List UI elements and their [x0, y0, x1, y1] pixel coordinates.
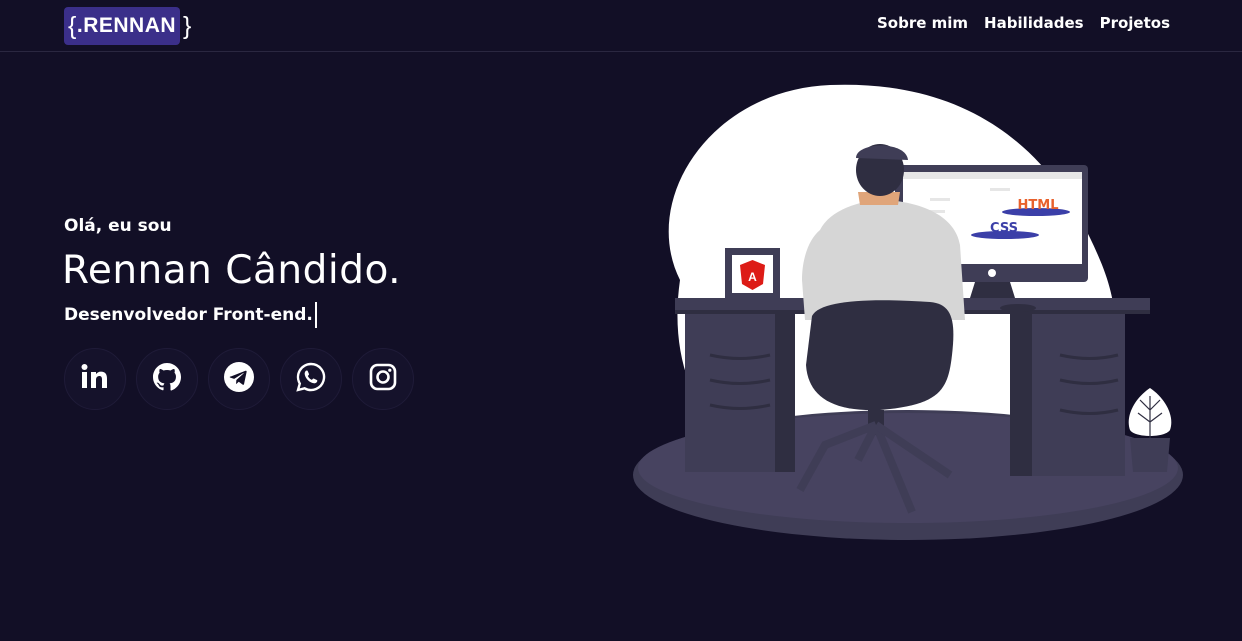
- developer-illustration: A HTML CSS: [633, 84, 1183, 540]
- linkedin-link[interactable]: [64, 348, 126, 410]
- hero-role: Desenvolvedor Front-end.: [64, 305, 313, 325]
- nav-link-sobre-mim[interactable]: Sobre mim: [877, 14, 968, 32]
- hero-greeting: Olá, eu sou: [64, 216, 172, 236]
- html-label: HTML: [1018, 198, 1059, 213]
- angular-letter: A: [748, 270, 757, 284]
- hero-name: Rennan Cândido.: [62, 248, 402, 293]
- social-links: [64, 348, 414, 410]
- logo-close-brace: }: [183, 11, 192, 40]
- github-link[interactable]: [136, 348, 198, 410]
- github-icon: [151, 361, 183, 397]
- linkedin-icon: [79, 361, 111, 397]
- logo-open-brace: {: [68, 11, 77, 40]
- hero-role-line: Desenvolvedor Front-end.: [64, 302, 317, 328]
- telegram-icon: [223, 361, 255, 397]
- office-chair: [806, 300, 954, 411]
- instagram-link[interactable]: [352, 348, 414, 410]
- typing-cursor: [314, 302, 317, 328]
- top-header: { .RENNAN } Sobre mim Habilidades Projet…: [0, 0, 1242, 52]
- telegram-link[interactable]: [208, 348, 270, 410]
- plant-pot: [1130, 438, 1170, 472]
- brand-logo[interactable]: { .RENNAN }: [64, 7, 191, 45]
- instagram-icon: [367, 361, 399, 397]
- nav-link-habilidades[interactable]: Habilidades: [984, 14, 1084, 32]
- monitor-stand: [970, 282, 1015, 298]
- nav-link-projetos[interactable]: Projetos: [1100, 14, 1170, 32]
- main-nav: Sobre mim Habilidades Projetos: [877, 14, 1170, 32]
- whatsapp-link[interactable]: [280, 348, 342, 410]
- logo-box: { .RENNAN: [64, 7, 181, 45]
- css-label: CSS: [990, 221, 1018, 236]
- logo-text: .RENNAN: [76, 14, 177, 37]
- whatsapp-icon: [295, 361, 327, 397]
